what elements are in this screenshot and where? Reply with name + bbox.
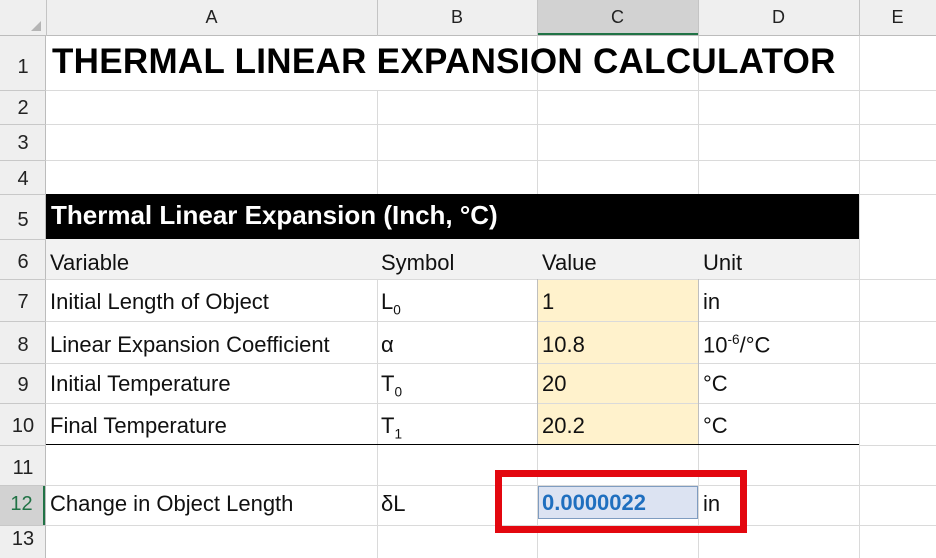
value-initial-temperature[interactable]: 20 [542, 371, 566, 397]
grid-line [46, 525, 936, 526]
column-header-divider [0, 35, 936, 36]
rowhdr-sep [0, 279, 46, 280]
value-final-temperature[interactable]: 20.2 [542, 413, 585, 439]
row-header-5[interactable]: 5 [0, 194, 46, 239]
header-symbol: Symbol [381, 250, 455, 275]
grid-line [859, 445, 936, 446]
unit-final-temperature: °C [703, 413, 728, 438]
rowhdr-sep [0, 160, 46, 161]
rowhdr-sep [0, 485, 46, 486]
value-initial-length[interactable]: 1 [542, 289, 554, 315]
grid-line [46, 124, 936, 125]
colhdr-sep [859, 0, 860, 36]
row-header-10[interactable]: 10 [0, 403, 46, 445]
row-header-2[interactable]: 2 [0, 90, 46, 124]
rowhdr-sep [0, 363, 46, 364]
rowhdr-sep [0, 90, 46, 91]
row-header-9[interactable]: 9 [0, 363, 46, 403]
row-header-6[interactable]: 6 [0, 239, 46, 279]
rowhdr-sep [0, 445, 46, 446]
grid-line [46, 160, 936, 161]
colhdr-sep [537, 0, 538, 36]
value-expansion-coefficient[interactable]: 10.8 [542, 332, 585, 358]
rowhdr-sep [0, 194, 46, 195]
rowhdr-sep [0, 321, 46, 322]
row-header-divider [45, 36, 46, 558]
input-border [537, 279, 538, 445]
symbol-initial-length: L0 [381, 289, 401, 318]
grid-line [46, 321, 936, 322]
row-header-3[interactable]: 3 [0, 124, 46, 160]
unit-initial-temperature: °C [703, 371, 728, 396]
row-header-4[interactable]: 4 [0, 160, 46, 194]
colhdr-sep [377, 0, 378, 36]
column-header-c[interactable]: C [537, 0, 698, 36]
section-header-text: Thermal Linear Expansion (Inch, °C) [51, 200, 498, 230]
symbol-expansion-coefficient: α [381, 332, 394, 357]
input-border [698, 279, 699, 445]
rowhdr-sep [0, 239, 46, 240]
grid-line [46, 485, 936, 486]
grid-line [377, 90, 378, 194]
label-expansion-coefficient: Linear Expansion Coefficient [50, 332, 330, 357]
select-all-triangle [31, 21, 41, 31]
highlight-box [495, 470, 747, 533]
symbol-final-temperature: T1 [381, 413, 403, 442]
grid-line [377, 239, 378, 558]
colhdr-sep [698, 0, 699, 36]
grid-line [46, 90, 936, 91]
rowhdr-sep [0, 124, 46, 125]
section-header: Thermal Linear Expansion (Inch, °C) [46, 194, 859, 239]
column-header-d[interactable]: D [698, 0, 859, 36]
grid-line [859, 36, 860, 558]
table-bottom-border [46, 444, 859, 445]
column-header-e[interactable]: E [859, 0, 936, 36]
grid-line [46, 279, 936, 280]
label-initial-length: Initial Length of Object [50, 289, 269, 314]
row-header-11[interactable]: 11 [0, 445, 46, 485]
row-header-12[interactable]: 12 [0, 485, 46, 525]
header-value: Value [542, 250, 597, 275]
symbol-change-in-length: δL [381, 491, 406, 516]
label-final-temperature: Final Temperature [50, 413, 227, 438]
label-change-in-length: Change in Object Length [50, 491, 294, 516]
page-title: THERMAL LINEAR EXPANSION CALCULATOR [52, 42, 836, 81]
row-header-8[interactable]: 8 [0, 321, 46, 363]
grid-line [46, 403, 936, 404]
rowhdr-sep [0, 403, 46, 404]
header-unit: Unit [703, 250, 743, 275]
row-header-1[interactable]: 1 [0, 36, 46, 90]
grid-line [46, 363, 936, 364]
select-all-corner[interactable] [0, 0, 46, 36]
row-header-13[interactable]: 13 [0, 525, 46, 558]
column-header-b[interactable]: B [377, 0, 537, 36]
row-header-7[interactable]: 7 [0, 279, 46, 321]
rowhdr-sep [0, 525, 46, 526]
symbol-initial-temperature: T0 [381, 371, 403, 400]
colhdr-sep [46, 0, 47, 36]
input-cell-initial-length[interactable] [538, 280, 698, 321]
header-variable: Variable [50, 250, 130, 275]
column-header-a[interactable]: A [46, 0, 377, 36]
unit-initial-length: in [703, 289, 721, 314]
label-initial-temperature: Initial Temperature [50, 371, 231, 396]
unit-expansion-coefficient: 10-6/°C [703, 332, 771, 358]
